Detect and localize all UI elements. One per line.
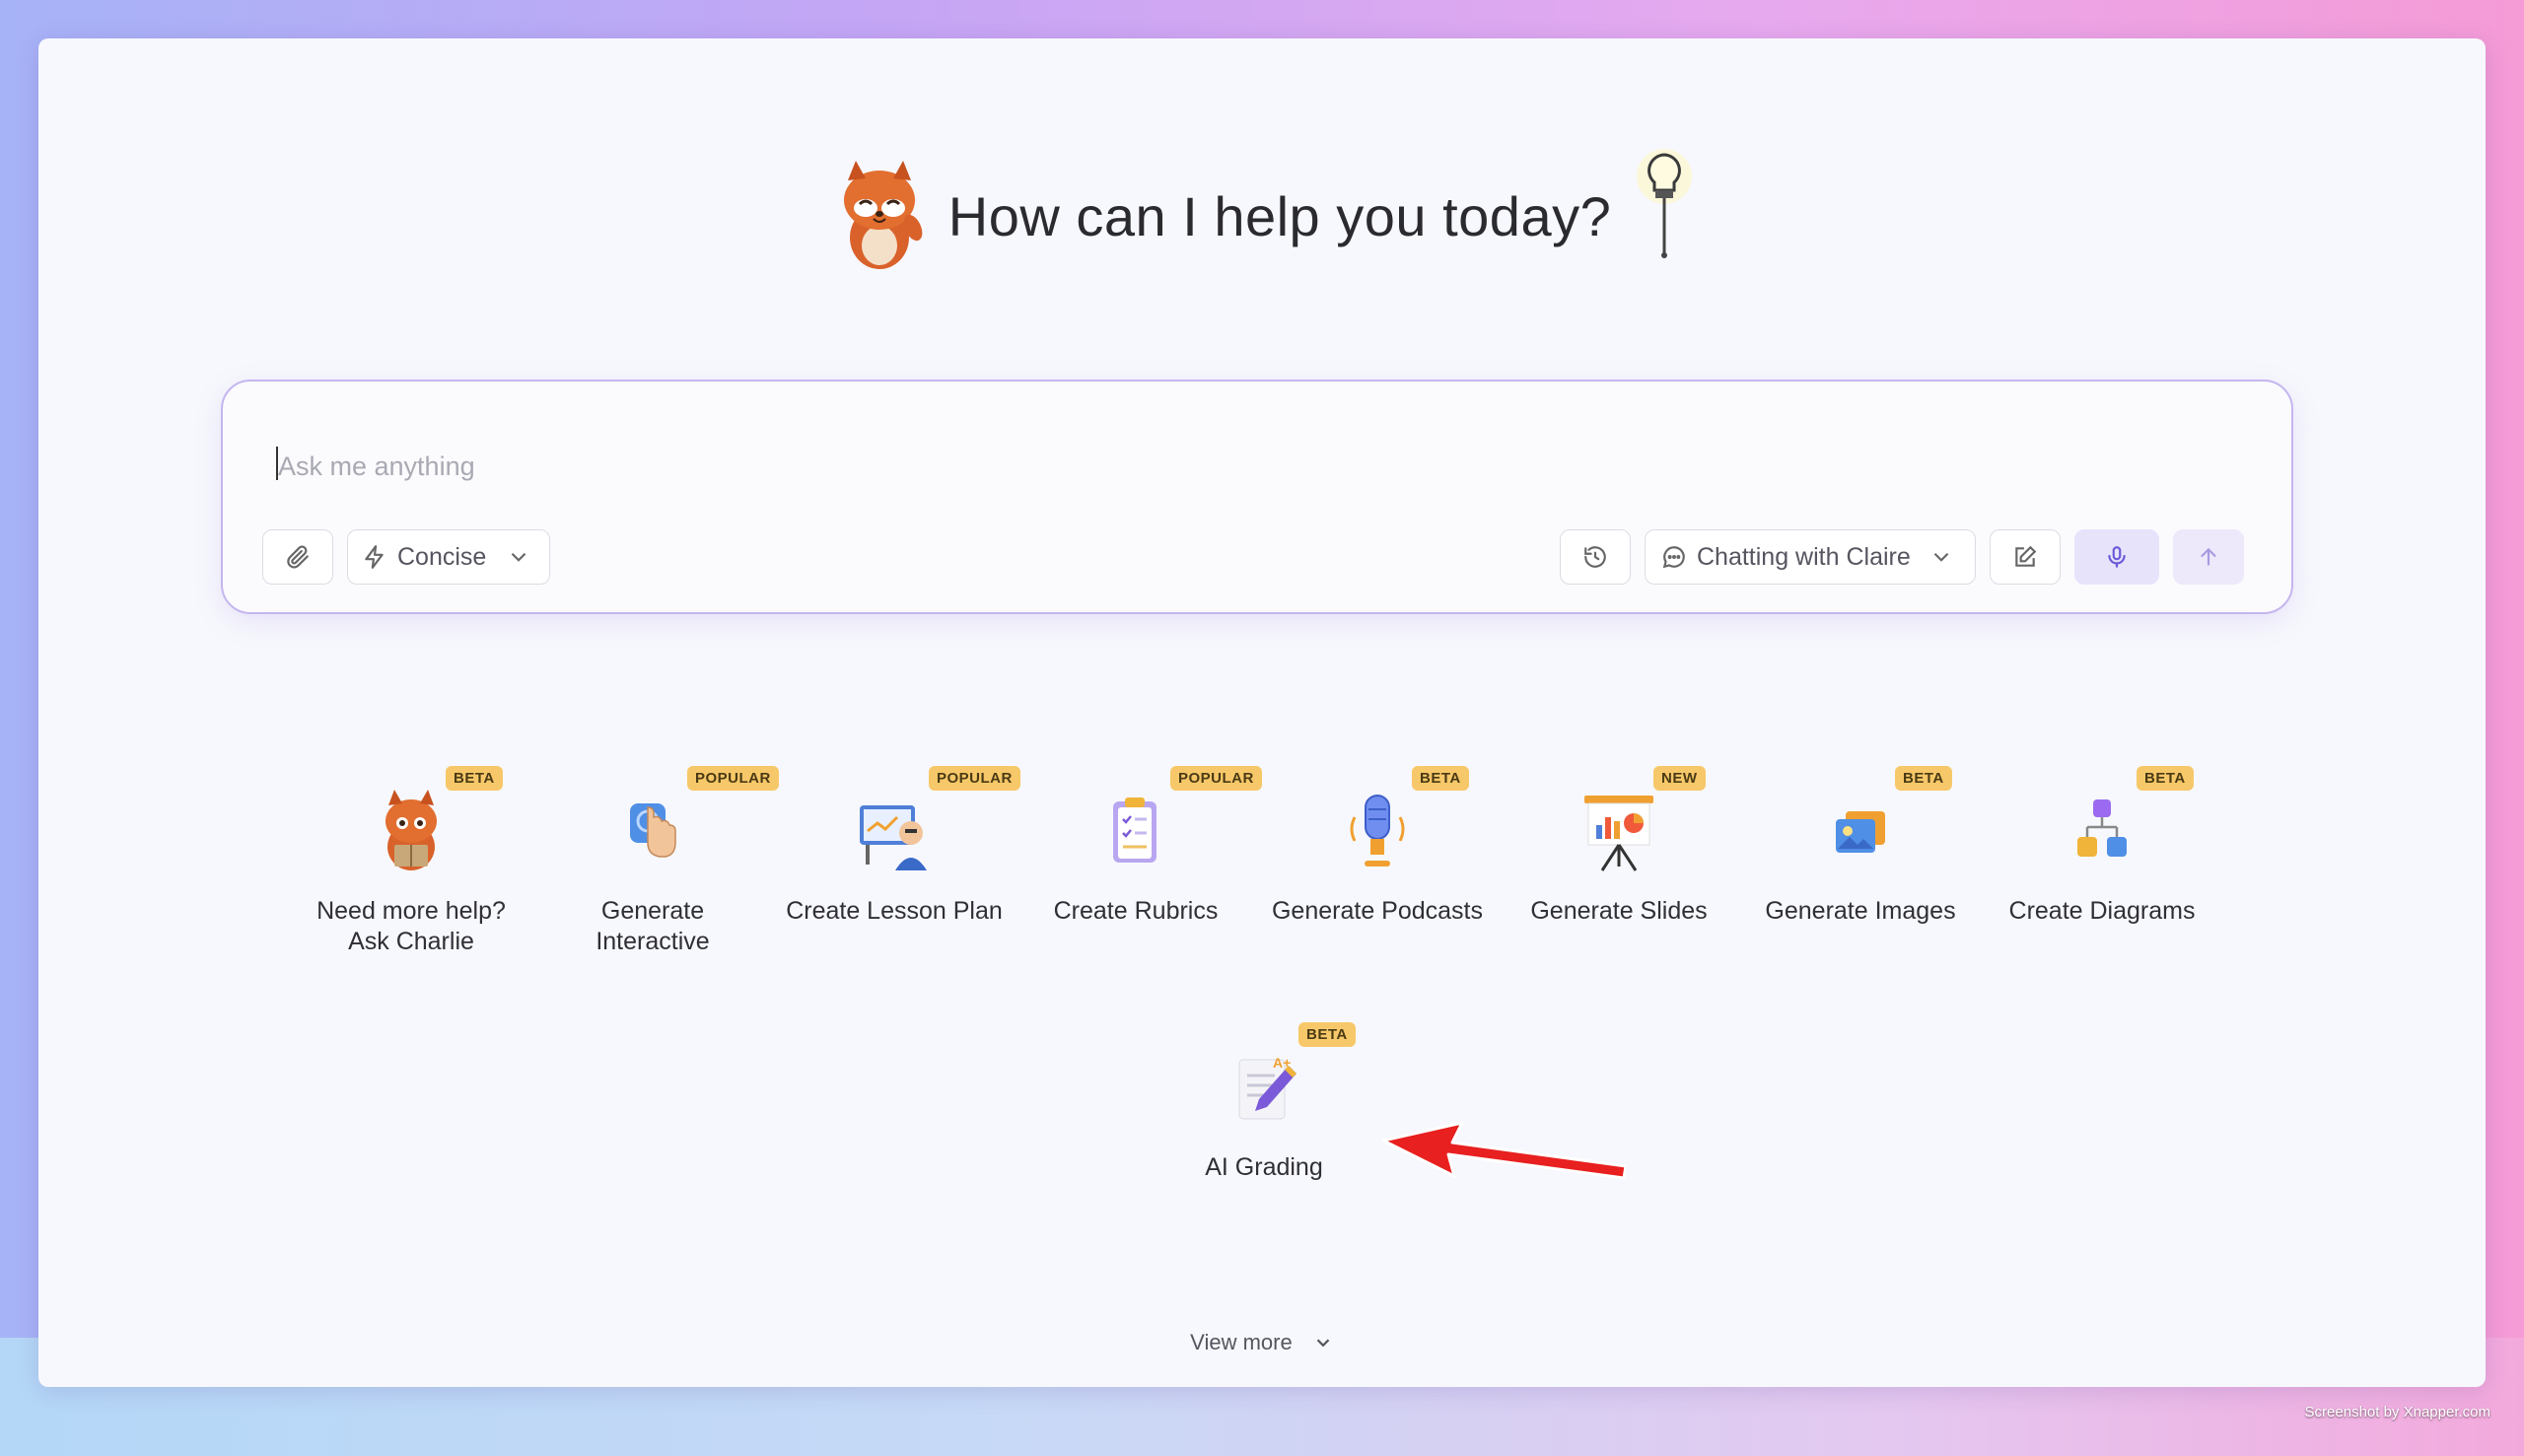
tool-label-line: Interactive xyxy=(596,928,710,955)
grading-pen-icon: A+ xyxy=(1238,1055,1297,1120)
annotation-arrow-icon xyxy=(1381,1121,1626,1180)
send-button[interactable] xyxy=(2173,529,2244,585)
tool-create-rubrics[interactable]: POPULAR Create Rubrics xyxy=(1022,766,1262,927)
history-icon xyxy=(1584,546,1606,568)
tool-label-line: Need more help? xyxy=(316,897,506,925)
view-more-button[interactable]: View more xyxy=(38,1329,2486,1355)
tool-generate-images[interactable]: BETA Generate Images xyxy=(1747,766,1974,927)
page-title: How can I help you today? xyxy=(947,184,1612,247)
tool-label: Need more help? Ask Charlie xyxy=(298,896,525,957)
images-icon xyxy=(1836,811,1885,853)
tool-label: Create Rubrics xyxy=(1053,897,1219,925)
paperclip-icon xyxy=(287,545,309,569)
tool-generate-interactive[interactable]: POPULAR Generate Interactive xyxy=(539,766,779,957)
chevron-down-icon xyxy=(1933,552,1949,562)
tool-label-line: Generate xyxy=(600,897,705,925)
tool-create-diagrams[interactable]: BETA Create Diagrams xyxy=(1989,766,2215,927)
attach-button[interactable] xyxy=(262,529,333,585)
edit-icon xyxy=(2015,545,2037,567)
tool-badge: POPULAR xyxy=(1170,766,1262,791)
voice-input-button[interactable] xyxy=(2074,529,2159,585)
tool-badge: POPULAR xyxy=(929,766,1020,791)
main-panel: How can I help you today? Concise xyxy=(38,38,2486,1387)
tool-badge: BETA xyxy=(1895,766,1952,791)
clipboard-icon xyxy=(1113,797,1157,863)
text-caret xyxy=(276,447,278,480)
lightbulb-icon xyxy=(1637,149,1693,258)
mode-label: Concise xyxy=(397,542,487,571)
tool-label: AI Grading xyxy=(1205,1153,1323,1181)
tool-label: Create Diagrams xyxy=(2008,897,2196,925)
tool-ask-charlie[interactable]: BETA Need more help? Ask Charlie xyxy=(298,766,525,957)
tool-badge: POPULAR xyxy=(687,766,779,791)
lightning-icon xyxy=(365,545,384,569)
arrow-up-icon xyxy=(2201,547,2216,566)
greeting-header: How can I help you today? xyxy=(38,149,2486,275)
chatting-label: Chatting with Claire xyxy=(1697,542,1911,571)
tool-label: Create Lesson Plan xyxy=(786,897,1003,925)
chatting-with-dropdown[interactable]: Chatting with Claire xyxy=(1645,529,1976,585)
diagram-icon xyxy=(2077,799,2127,857)
microphone-icon xyxy=(1350,795,1405,867)
teacher-board-icon xyxy=(860,805,927,870)
tool-label: Generate Images xyxy=(1765,897,1956,925)
tool-label: Generate Slides xyxy=(1530,897,1708,925)
tool-generate-slides[interactable]: NEW Generate Slides xyxy=(1506,766,1732,927)
tool-badge: BETA xyxy=(1412,766,1469,791)
screenshot-credit: Screenshot by Xnapper.com xyxy=(2304,1404,2490,1421)
tool-ai-grading[interactable]: BETA A+ AI Grading xyxy=(1151,1022,1377,1183)
chevron-down-icon xyxy=(1316,1339,1330,1348)
chat-input[interactable] xyxy=(276,441,2153,492)
response-mode-dropdown[interactable]: Concise xyxy=(347,529,550,585)
chat-box: Concise Chatting with Claire xyxy=(221,380,2293,614)
chevron-down-icon xyxy=(512,552,526,562)
tool-generate-podcasts[interactable]: BETA Generate Podcasts xyxy=(1264,766,1491,927)
view-more-label: View more xyxy=(1190,1330,1293,1355)
chat-bubble-icon xyxy=(1662,546,1685,569)
new-chat-button[interactable] xyxy=(1990,529,2061,585)
tool-badge: NEW xyxy=(1653,766,1706,791)
fox-reading-icon xyxy=(386,790,437,870)
presentation-icon xyxy=(1584,796,1653,871)
history-button[interactable] xyxy=(1560,529,1631,585)
tool-label: Generate Podcasts xyxy=(1271,897,1483,925)
chat-toolbar: Concise Chatting with Claire xyxy=(262,529,2252,587)
microphone-icon xyxy=(2108,546,2126,568)
tap-hand-icon xyxy=(630,803,676,858)
tool-create-lesson-plan[interactable]: POPULAR Create Lesson Plan xyxy=(781,766,1020,927)
tool-label-line: Ask Charlie xyxy=(348,928,474,955)
tool-badge: BETA xyxy=(2137,766,2194,791)
tool-label: Generate Interactive xyxy=(539,896,766,957)
tool-badge: BETA xyxy=(1298,1022,1356,1047)
tool-badge: BETA xyxy=(446,766,503,791)
red-panda-mascot-icon xyxy=(843,161,923,269)
